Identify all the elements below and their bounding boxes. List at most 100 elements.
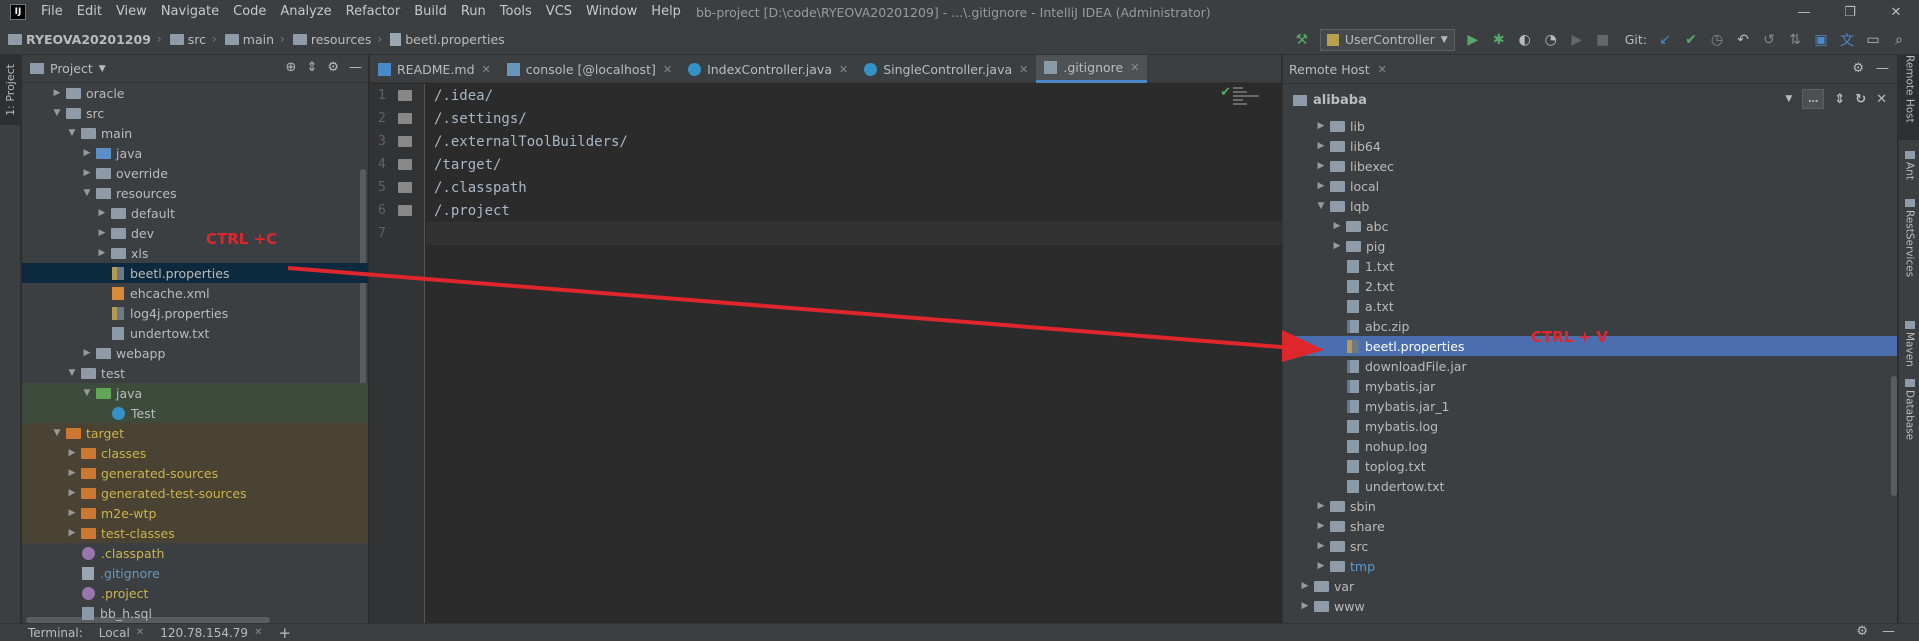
- chevron-right-icon[interactable]: ▶: [1315, 521, 1327, 531]
- menu-edit[interactable]: Edit: [70, 0, 109, 24]
- tree-item[interactable]: toplog.txt: [1283, 456, 1897, 476]
- chevron-down-icon[interactable]: ▼: [81, 188, 93, 198]
- redo-icon[interactable]: ⇅: [1783, 28, 1807, 52]
- chevron-down-icon[interactable]: ▼: [81, 388, 93, 398]
- build-hammer-icon[interactable]: ⚒: [1290, 28, 1314, 52]
- chevron-right-icon[interactable]: ▶: [66, 488, 78, 498]
- tree-item[interactable]: ▼ lqb: [1283, 196, 1897, 216]
- tree-item[interactable]: .gitignore: [22, 563, 368, 583]
- new-terminal-button[interactable]: +: [278, 624, 291, 641]
- chevron-right-icon[interactable]: ▶: [1331, 241, 1343, 251]
- tool-tab-ant[interactable]: Ant: [1899, 147, 1919, 189]
- coverage-icon[interactable]: ◐: [1513, 28, 1537, 52]
- tree-item[interactable]: ▶ lib: [1283, 116, 1897, 136]
- chevron-right-icon[interactable]: ▶: [1299, 601, 1311, 611]
- breadcrumb-project[interactable]: RYEOVA20201209: [0, 32, 151, 47]
- menu-run[interactable]: Run: [454, 0, 493, 24]
- gear-icon[interactable]: ⚙: [1856, 624, 1868, 639]
- git-update-icon[interactable]: ↙: [1653, 28, 1677, 52]
- tree-item[interactable]: ▶ local: [1283, 176, 1897, 196]
- layout-icon[interactable]: ▭: [1861, 28, 1885, 52]
- tree-item[interactable]: ▶ generated-sources: [22, 463, 368, 483]
- chevron-right-icon[interactable]: ▶: [1315, 181, 1327, 191]
- chevron-right-icon[interactable]: ▶: [1315, 141, 1327, 151]
- code-line[interactable]: /.settings/: [426, 107, 1282, 130]
- inspection-ok-icon[interactable]: ✔: [1220, 85, 1231, 100]
- tree-item[interactable]: ▼ test: [22, 363, 368, 383]
- menu-help[interactable]: Help: [644, 0, 688, 24]
- tree-item[interactable]: .classpath: [22, 543, 368, 563]
- menu-view[interactable]: View: [109, 0, 154, 24]
- menu-file[interactable]: File: [34, 0, 70, 24]
- menu-build[interactable]: Build: [407, 0, 454, 24]
- chevron-right-icon[interactable]: ▶: [96, 208, 108, 218]
- tool-tab-maven[interactable]: Maven: [1899, 317, 1919, 367]
- breadcrumb-resources[interactable]: resources: [285, 32, 371, 47]
- chevron-down-icon[interactable]: ▼: [51, 108, 63, 118]
- search-icon[interactable]: ⌕: [1887, 28, 1911, 52]
- chevron-down-icon[interactable]: ▼: [51, 428, 63, 438]
- close-icon[interactable]: ✕: [663, 63, 672, 76]
- project-view-selector[interactable]: Project ▼: [30, 61, 106, 76]
- chevron-down-icon[interactable]: ▼: [1315, 201, 1327, 211]
- tree-item[interactable]: mybatis.jar: [1283, 376, 1897, 396]
- code-line[interactable]: /.classpath: [426, 176, 1282, 199]
- tool-tab-remote-host[interactable]: Remote Host: [1899, 55, 1919, 140]
- tree-item[interactable]: Test: [22, 403, 368, 423]
- code-line[interactable]: /.idea/: [426, 84, 1282, 107]
- tool-tab-database[interactable]: Database: [1899, 375, 1919, 465]
- tree-item[interactable]: ▼ resources: [22, 183, 368, 203]
- locate-icon[interactable]: ⊕: [286, 60, 297, 75]
- tree-item[interactable]: log4j.properties: [22, 303, 368, 323]
- tree-item[interactable]: nohup.log: [1283, 436, 1897, 456]
- code-line[interactable]: [426, 222, 1282, 245]
- tree-item[interactable]: ▶ webapp: [22, 343, 368, 363]
- tree-item[interactable]: ▶ xls: [22, 243, 368, 263]
- tree-item[interactable]: beetl.properties: [22, 263, 368, 283]
- tree-item[interactable]: ▶ dev: [22, 223, 368, 243]
- editor-tab[interactable]: README.md ✕: [370, 55, 499, 83]
- git-commit-icon[interactable]: ✔: [1679, 28, 1703, 52]
- chevron-down-icon[interactable]: ▼: [66, 368, 78, 378]
- hide-icon[interactable]: —: [349, 60, 362, 75]
- tool-tab-restservices[interactable]: RestServices: [1899, 195, 1919, 310]
- tree-item[interactable]: ▼ target: [22, 423, 368, 443]
- host-name[interactable]: alibaba: [1313, 93, 1367, 108]
- restore-icon[interactable]: ❐: [1827, 0, 1873, 24]
- project-structure-icon[interactable]: ▣: [1809, 28, 1833, 52]
- tree-item[interactable]: ▶ override: [22, 163, 368, 183]
- collapse-icon[interactable]: ⇕: [1834, 92, 1845, 107]
- tree-item[interactable]: ▶ share: [1283, 516, 1897, 536]
- stop-icon[interactable]: ■: [1591, 28, 1615, 52]
- code-content[interactable]: /.idea//.settings//.externalToolBuilders…: [426, 84, 1282, 245]
- menu-analyze[interactable]: Analyze: [273, 0, 338, 24]
- refresh-icon[interactable]: ↻: [1855, 92, 1866, 107]
- close-icon[interactable]: ✕: [482, 63, 491, 76]
- tree-item[interactable]: ▼ src: [22, 103, 368, 123]
- close-icon[interactable]: ✕: [254, 627, 262, 638]
- editor-tab[interactable]: SingleController.java ✕: [856, 55, 1036, 83]
- tree-item[interactable]: ▶ java: [22, 143, 368, 163]
- menu-code[interactable]: Code: [226, 0, 273, 24]
- tree-item[interactable]: ▼ java: [22, 383, 368, 403]
- chevron-right-icon[interactable]: ▶: [96, 228, 108, 238]
- chevron-right-icon[interactable]: ▶: [66, 528, 78, 538]
- close-icon[interactable]: ✕: [1130, 61, 1139, 74]
- chevron-right-icon[interactable]: ▶: [1315, 561, 1327, 571]
- editor-tab[interactable]: IndexController.java ✕: [680, 55, 856, 83]
- tree-item[interactable]: mybatis.jar_1: [1283, 396, 1897, 416]
- tree-item[interactable]: ▶ src: [1283, 536, 1897, 556]
- tree-item[interactable]: ▶ generated-test-sources: [22, 483, 368, 503]
- gear-icon[interactable]: ⚙: [1852, 61, 1864, 76]
- tree-item[interactable]: ▶ libexec: [1283, 156, 1897, 176]
- breadcrumb-main[interactable]: main: [217, 32, 274, 47]
- breadcrumb-src[interactable]: src: [162, 32, 206, 47]
- chevron-right-icon[interactable]: ▶: [81, 348, 93, 358]
- chevron-down-icon[interactable]: ▼: [66, 128, 78, 138]
- chevron-right-icon[interactable]: ▶: [51, 88, 63, 98]
- tree-item[interactable]: downloadFile.jar: [1283, 356, 1897, 376]
- tree-item[interactable]: ▼ main: [22, 123, 368, 143]
- chevron-right-icon[interactable]: ▶: [66, 508, 78, 518]
- chevron-right-icon[interactable]: ▶: [1315, 501, 1327, 511]
- tree-item[interactable]: ▶ pig: [1283, 236, 1897, 256]
